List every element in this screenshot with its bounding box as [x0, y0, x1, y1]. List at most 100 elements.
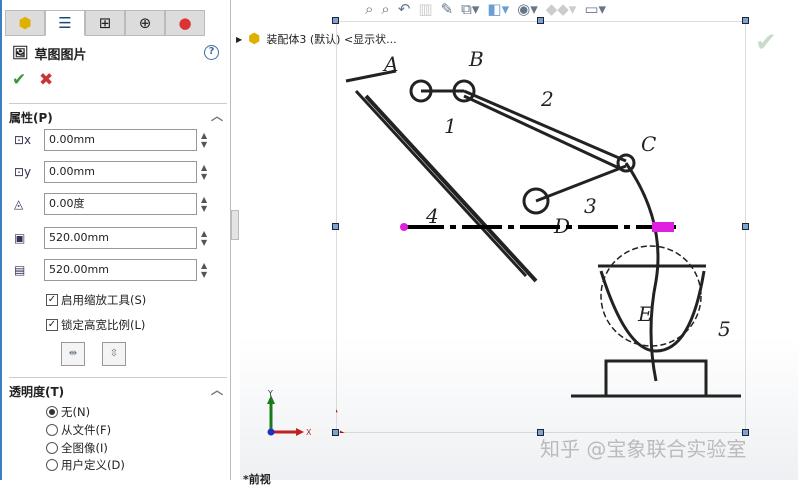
y-position-icon: ⊡y: [14, 165, 32, 179]
flip-vertical-button[interactable]: ⇳: [102, 342, 126, 366]
label: 用户定义(D): [61, 458, 125, 472]
assembly-icon: ⬢: [248, 31, 261, 47]
view-label: *前视: [243, 473, 271, 486]
section-view-icon[interactable]: ▥: [418, 0, 432, 18]
tab-dimxpert-manager[interactable]: ⊕: [125, 10, 165, 36]
resize-handle[interactable]: [332, 429, 339, 436]
tab-display-manager[interactable]: ●: [165, 10, 205, 36]
check-icon: ✓: [46, 294, 58, 306]
x-input[interactable]: 0.00mm: [44, 129, 197, 151]
properties-section[interactable]: 属性(P) ︿: [9, 103, 227, 126]
figure-label: 4: [425, 204, 439, 228]
view-settings-icon[interactable]: ▭▾: [584, 0, 606, 18]
zoom-to-fit-icon[interactable]: ⌕: [365, 0, 373, 18]
figure-label: E: [637, 302, 653, 326]
appearance-icon[interactable]: ◆◆▾: [546, 0, 577, 18]
sketch-picture[interactable]: A B C D E 1 2 3 4 5 ▲ ▶: [336, 21, 746, 433]
axis-y-label: Y: [267, 389, 273, 398]
transparency-section[interactable]: 透明度(T) ︿: [9, 377, 227, 400]
resize-handle[interactable]: [742, 223, 749, 230]
figure-label: A: [382, 52, 398, 76]
radio-from-file[interactable]: 从文件(F): [46, 422, 111, 438]
width-row: ▣ 520.00mm ▲ ▼: [14, 227, 207, 249]
figure-label: 5: [718, 317, 731, 341]
title-text: 草图图片: [34, 48, 87, 63]
section-header: 透明度(T): [9, 385, 65, 399]
property-manager-panel: ⬢ ☰ ⊞ ⊕ ● 🖼 草图图片 ? ✔ ✖ 属性(P) ︿ ⊡x 0.00mm ▲ ▼ …: [0, 0, 231, 480]
triad-axis-icon: Y X: [267, 389, 312, 437]
radio-none[interactable]: 无(N): [46, 404, 90, 420]
resize-handle[interactable]: [332, 17, 339, 24]
x-position-icon: ⊡x: [14, 133, 32, 147]
height-row: ▤ 520.00mm ▲ ▼: [14, 259, 207, 281]
dynamic-annotation-icon[interactable]: ✎: [441, 0, 454, 18]
expand-arrow-icon[interactable]: ▶: [236, 35, 242, 44]
radio-icon: [46, 459, 58, 471]
crosshair-icon: ⊕: [138, 14, 152, 32]
radio-icon: [46, 406, 58, 418]
collapse-icon[interactable]: ︿: [211, 107, 223, 124]
figure-label: 2: [540, 87, 554, 111]
spinner[interactable]: ▲ ▼: [201, 195, 207, 213]
figure-label: C: [641, 132, 656, 156]
collapse-icon[interactable]: ︿: [211, 381, 223, 398]
heads-up-toolbar: ⌕ ⌕ ↶ ▥ ✎ ⧉▾ ◧▾ ◉▾ ◆◆▾ ▭▾: [365, 0, 606, 18]
radio-icon: [46, 424, 58, 436]
label: 锁定高宽比例(L): [61, 318, 146, 332]
width-icon: ▣: [14, 231, 26, 245]
angle-input[interactable]: 0.00度: [44, 193, 197, 215]
label: 从文件(F): [61, 423, 112, 437]
zoom-area-icon[interactable]: ⌕: [381, 0, 389, 18]
radio-user-defined[interactable]: 用户定义(D): [46, 457, 125, 473]
label: 启用缩放工具(S): [61, 293, 147, 307]
resize-handle[interactable]: [537, 17, 544, 24]
figure-label: B: [468, 47, 484, 71]
spinner[interactable]: ▲ ▼: [201, 261, 207, 279]
x-scale-arrow-icon[interactable]: ▶: [340, 429, 348, 433]
view-orientation-icon[interactable]: ⧉▾: [461, 0, 479, 18]
figure-label: 1: [444, 114, 457, 138]
display-style-icon[interactable]: ◧▾: [487, 0, 509, 18]
y-row: ⊡y 0.00mm ▲ ▼: [14, 161, 207, 183]
panel-splitter[interactable]: [231, 210, 239, 240]
panel-title: 🖼 草图图片: [12, 44, 87, 63]
radio-full-image[interactable]: 全图像(I): [46, 440, 108, 456]
y-input[interactable]: 0.00mm: [44, 161, 197, 183]
height-input[interactable]: 520.00mm: [44, 259, 197, 281]
cancel-button[interactable]: ✖: [39, 70, 53, 90]
assembly-icon: ⬢: [18, 14, 32, 32]
y-scale-arrow-icon[interactable]: ▲: [336, 403, 338, 414]
watermark: 知乎 @宝象联合实验室: [540, 437, 747, 461]
x-row: ⊡x 0.00mm ▲ ▼: [14, 129, 207, 151]
hide-show-icon[interactable]: ◉▾: [517, 0, 538, 18]
enable-scale-checkbox[interactable]: ✓ 启用缩放工具(S): [46, 292, 146, 308]
confirm-check-icon[interactable]: ✔: [755, 28, 777, 58]
angle-icon: ◬: [14, 197, 24, 211]
resize-handle[interactable]: [742, 17, 749, 24]
resize-handle[interactable]: [332, 223, 339, 230]
tab-feature-manager[interactable]: ⬢: [5, 10, 45, 36]
tab-configuration-manager[interactable]: ⊞: [85, 10, 125, 36]
flip-horizontal-button[interactable]: ⇹: [61, 342, 85, 366]
previous-view-icon[interactable]: ↶: [398, 0, 411, 18]
spinner[interactable]: ▲ ▼: [201, 163, 207, 181]
figure-label: 3: [584, 194, 597, 218]
list-icon: ☰: [58, 14, 72, 32]
angle-row: ◬ 0.00度 ▲ ▼: [14, 193, 207, 215]
width-input[interactable]: 520.00mm: [44, 227, 197, 249]
section-header: 属性(P): [9, 111, 53, 125]
ok-button[interactable]: ✔: [12, 70, 26, 90]
spinner[interactable]: ▲ ▼: [201, 229, 207, 247]
endpoint[interactable]: [400, 223, 408, 231]
tree-icon: ⊞: [98, 14, 112, 32]
picture-icon: 🖼: [12, 46, 29, 61]
spinner[interactable]: ▲ ▼: [201, 131, 207, 149]
tab-property-manager[interactable]: ☰: [45, 10, 85, 36]
help-icon[interactable]: ?: [204, 45, 219, 60]
height-icon: ▤: [14, 263, 26, 277]
label: 全图像(I): [61, 441, 108, 455]
lock-ratio-checkbox[interactable]: ✓ 锁定高宽比例(L): [46, 317, 145, 333]
color-wheel-icon: ●: [178, 14, 192, 32]
axis-x-label: X: [306, 428, 312, 437]
drag-arrow[interactable]: [652, 222, 674, 232]
